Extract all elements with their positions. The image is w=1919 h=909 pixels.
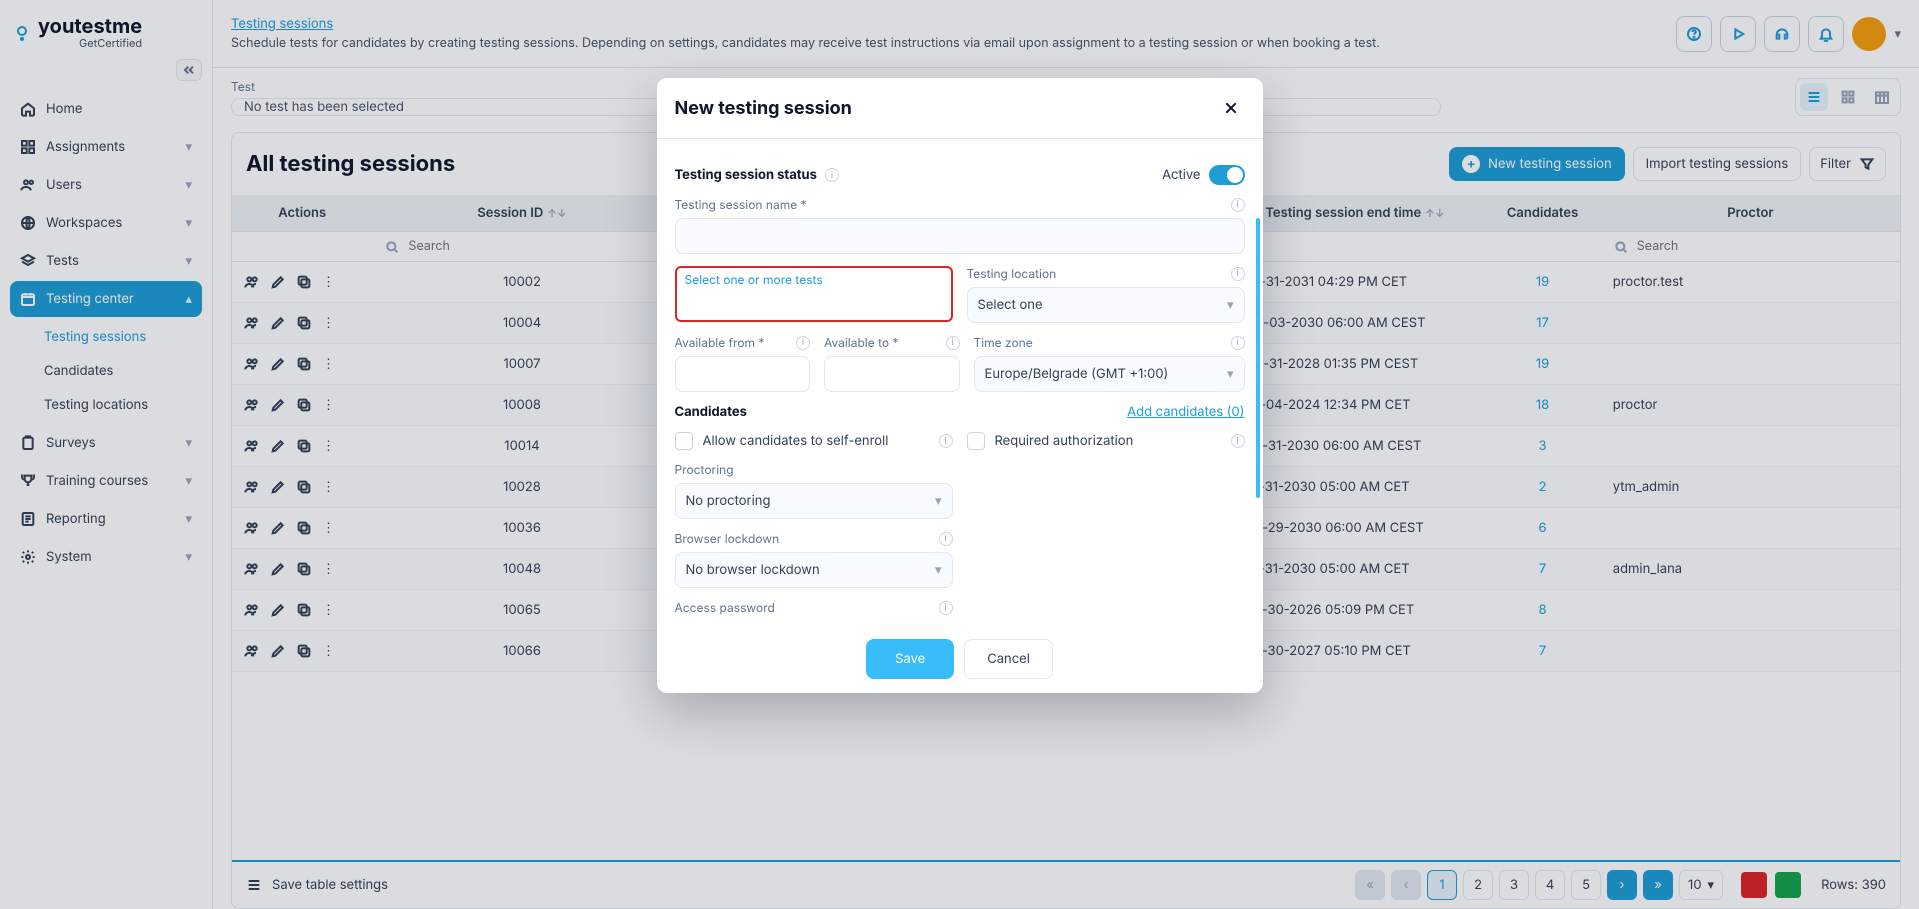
location-select[interactable]: Select one ▾ (967, 287, 1245, 323)
session-name-label: Testing session name * (675, 197, 807, 212)
tz-label: Time zone (974, 335, 1033, 350)
tz-select[interactable]: Europe/Belgrade (GMT +1:00) ▾ (974, 356, 1245, 392)
available-to-input[interactable] (824, 356, 960, 392)
self-enroll-label: Allow candidates to self-enroll (703, 433, 889, 449)
lockdown-label: Browser lockdown (675, 531, 780, 546)
session-name-input[interactable] (675, 218, 1245, 254)
info-icon[interactable]: i (1231, 434, 1245, 448)
new-session-modal: New testing session Testing session stat… (657, 78, 1263, 693)
cancel-label: Cancel (987, 651, 1030, 667)
add-candidates-link[interactable]: Add candidates (0) (1127, 404, 1244, 420)
lockdown-value: No browser lockdown (686, 562, 820, 578)
close-icon (1223, 98, 1239, 118)
modal-close-button[interactable] (1217, 94, 1245, 122)
chevron-down-icon: ▾ (1227, 366, 1234, 382)
password-label: Access password (675, 600, 775, 615)
info-icon[interactable]: i (1231, 336, 1245, 350)
session-name-field[interactable] (686, 227, 1234, 245)
location-label: Testing location (967, 266, 1057, 281)
proctoring-label: Proctoring (675, 462, 734, 477)
select-tests-highlight[interactable]: Select one or more tests (675, 266, 953, 322)
info-icon[interactable]: i (939, 601, 953, 615)
location-value: Select one (978, 297, 1043, 313)
status-heading: Testing session status (675, 167, 817, 183)
info-icon[interactable]: i (939, 532, 953, 546)
modal-scrim[interactable]: New testing session Testing session stat… (0, 0, 1919, 909)
to-label: Available to * (824, 335, 898, 350)
proctoring-value: No proctoring (686, 493, 771, 509)
lockdown-select[interactable]: No browser lockdown ▾ (675, 552, 953, 588)
self-enroll-checkbox[interactable]: Allow candidates to self-enroll i (675, 432, 953, 450)
from-label: Available from * (675, 335, 765, 350)
modal-cancel-button[interactable]: Cancel (964, 639, 1053, 679)
checkbox-icon (675, 432, 693, 450)
required-auth-checkbox[interactable]: Required authorization i (967, 432, 1245, 450)
status-toggle[interactable] (1209, 165, 1245, 185)
proctoring-select[interactable]: No proctoring ▾ (675, 483, 953, 519)
required-auth-label: Required authorization (995, 433, 1134, 449)
status-active-label: Active (1162, 167, 1200, 183)
modal-actions: Save Cancel (657, 625, 1263, 693)
checkbox-icon (967, 432, 985, 450)
chevron-down-icon: ▾ (935, 562, 942, 578)
modal-save-button[interactable]: Save (866, 639, 954, 679)
available-from-input[interactable] (675, 356, 811, 392)
tz-value: Europe/Belgrade (GMT +1:00) (985, 366, 1169, 382)
info-icon[interactable]: i (939, 434, 953, 448)
candidates-heading: Candidates (675, 404, 747, 420)
chevron-down-icon: ▾ (1227, 297, 1234, 313)
save-label: Save (895, 651, 925, 667)
app-root: youtestme GetCertified Home Assignments … (0, 0, 1919, 909)
chevron-down-icon: ▾ (935, 493, 942, 509)
info-icon[interactable]: i (1231, 198, 1245, 212)
info-icon[interactable]: i (1231, 267, 1245, 281)
modal-title: New testing session (675, 98, 852, 119)
info-icon[interactable]: i (796, 336, 810, 350)
select-tests-label: Select one or more tests (685, 272, 943, 287)
info-icon[interactable]: i (946, 336, 960, 350)
info-icon[interactable]: i (825, 168, 839, 182)
